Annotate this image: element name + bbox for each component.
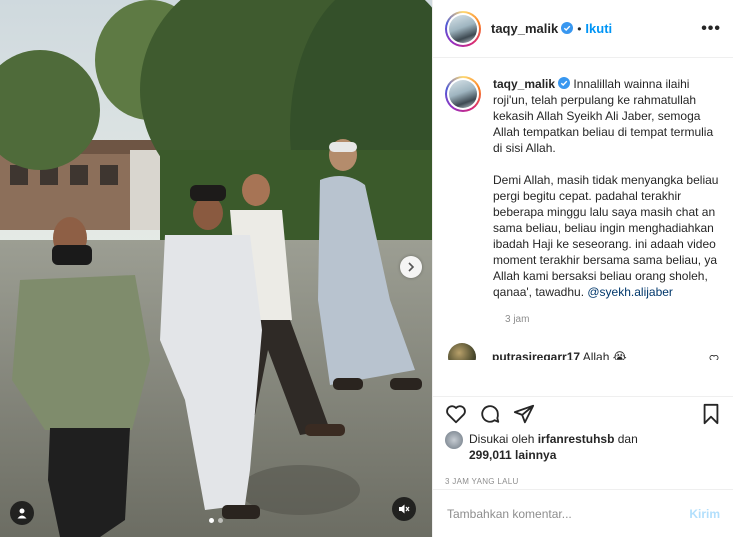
carousel-dot [209,518,214,523]
post-side-panel: taqy_malik • Ikuti ••• taqy_malik Innali… [432,0,733,537]
liker-username[interactable]: irfanrestuhsb [538,432,615,446]
video-frame [0,0,432,537]
chevron-right-icon [408,262,415,272]
instagram-post-modal: taqy_malik • Ikuti ••• taqy_malik Innali… [0,0,733,537]
author-username[interactable]: taqy_malik [491,21,574,36]
likes-conjunction: dan [617,432,638,446]
caption-avatar[interactable] [445,76,481,112]
likes-count[interactable]: 299,011 lainnya [469,448,556,462]
post-header: taqy_malik • Ikuti ••• [433,0,733,58]
author-username-text[interactable]: taqy_malik [491,21,558,36]
liker-avatar[interactable] [445,431,463,449]
verified-icon [558,77,571,89]
likes-summary: Disukai oleh irfanrestuhsb dan 299,011 la… [445,431,722,463]
comment-text: Allah 😭 [582,350,627,360]
caption-timestamp[interactable]: 3 jam [505,314,721,325]
post-comment-button[interactable]: Kirim [689,507,720,521]
caption-author[interactable]: taqy_malik [493,77,555,91]
mute-icon [399,504,410,514]
more-icon[interactable]: ••• [701,20,721,38]
comment-input[interactable] [447,506,690,521]
caption-area: taqy_malik Innalillah wainna ilaihi roji… [433,58,733,360]
caption-body: Innalillah wainna ilaihi roji'un, telah … [493,77,719,299]
heart-icon[interactable] [445,403,467,425]
comment-icon[interactable] [479,403,501,425]
commenter-avatar[interactable] [448,343,476,360]
commenter-username[interactable]: putrasiregarr17 [492,350,580,360]
share-icon[interactable] [513,403,535,425]
bookmark-icon[interactable] [700,403,722,425]
separator: • [577,21,582,36]
follow-button[interactable]: Ikuti [585,21,612,36]
comment-item: putrasiregarr17 Allah 😭 [445,343,721,360]
caption-text: taqy_malik Innalillah wainna ilaihi roji… [493,76,721,300]
caption: taqy_malik Innalillah wainna ilaihi roji… [445,76,721,300]
add-comment-section: Kirim [433,489,733,537]
carousel-indicator [0,518,432,523]
avatar[interactable] [445,10,481,47]
post-actions: Disukai oleh irfanrestuhsb dan 299,011 la… [433,396,733,486]
verified-icon [561,22,574,34]
post-date[interactable]: 3 JAM YANG LALU [445,477,722,486]
action-icons [445,399,722,429]
likes-prefix: Disukai oleh [469,432,535,446]
carousel-dot [218,518,223,523]
caption-mention-link[interactable]: @syekh.alijaber [587,285,673,299]
post-media[interactable] [0,0,432,537]
comment-like-icon[interactable] [709,353,719,360]
next-slide-button[interactable] [400,256,422,278]
